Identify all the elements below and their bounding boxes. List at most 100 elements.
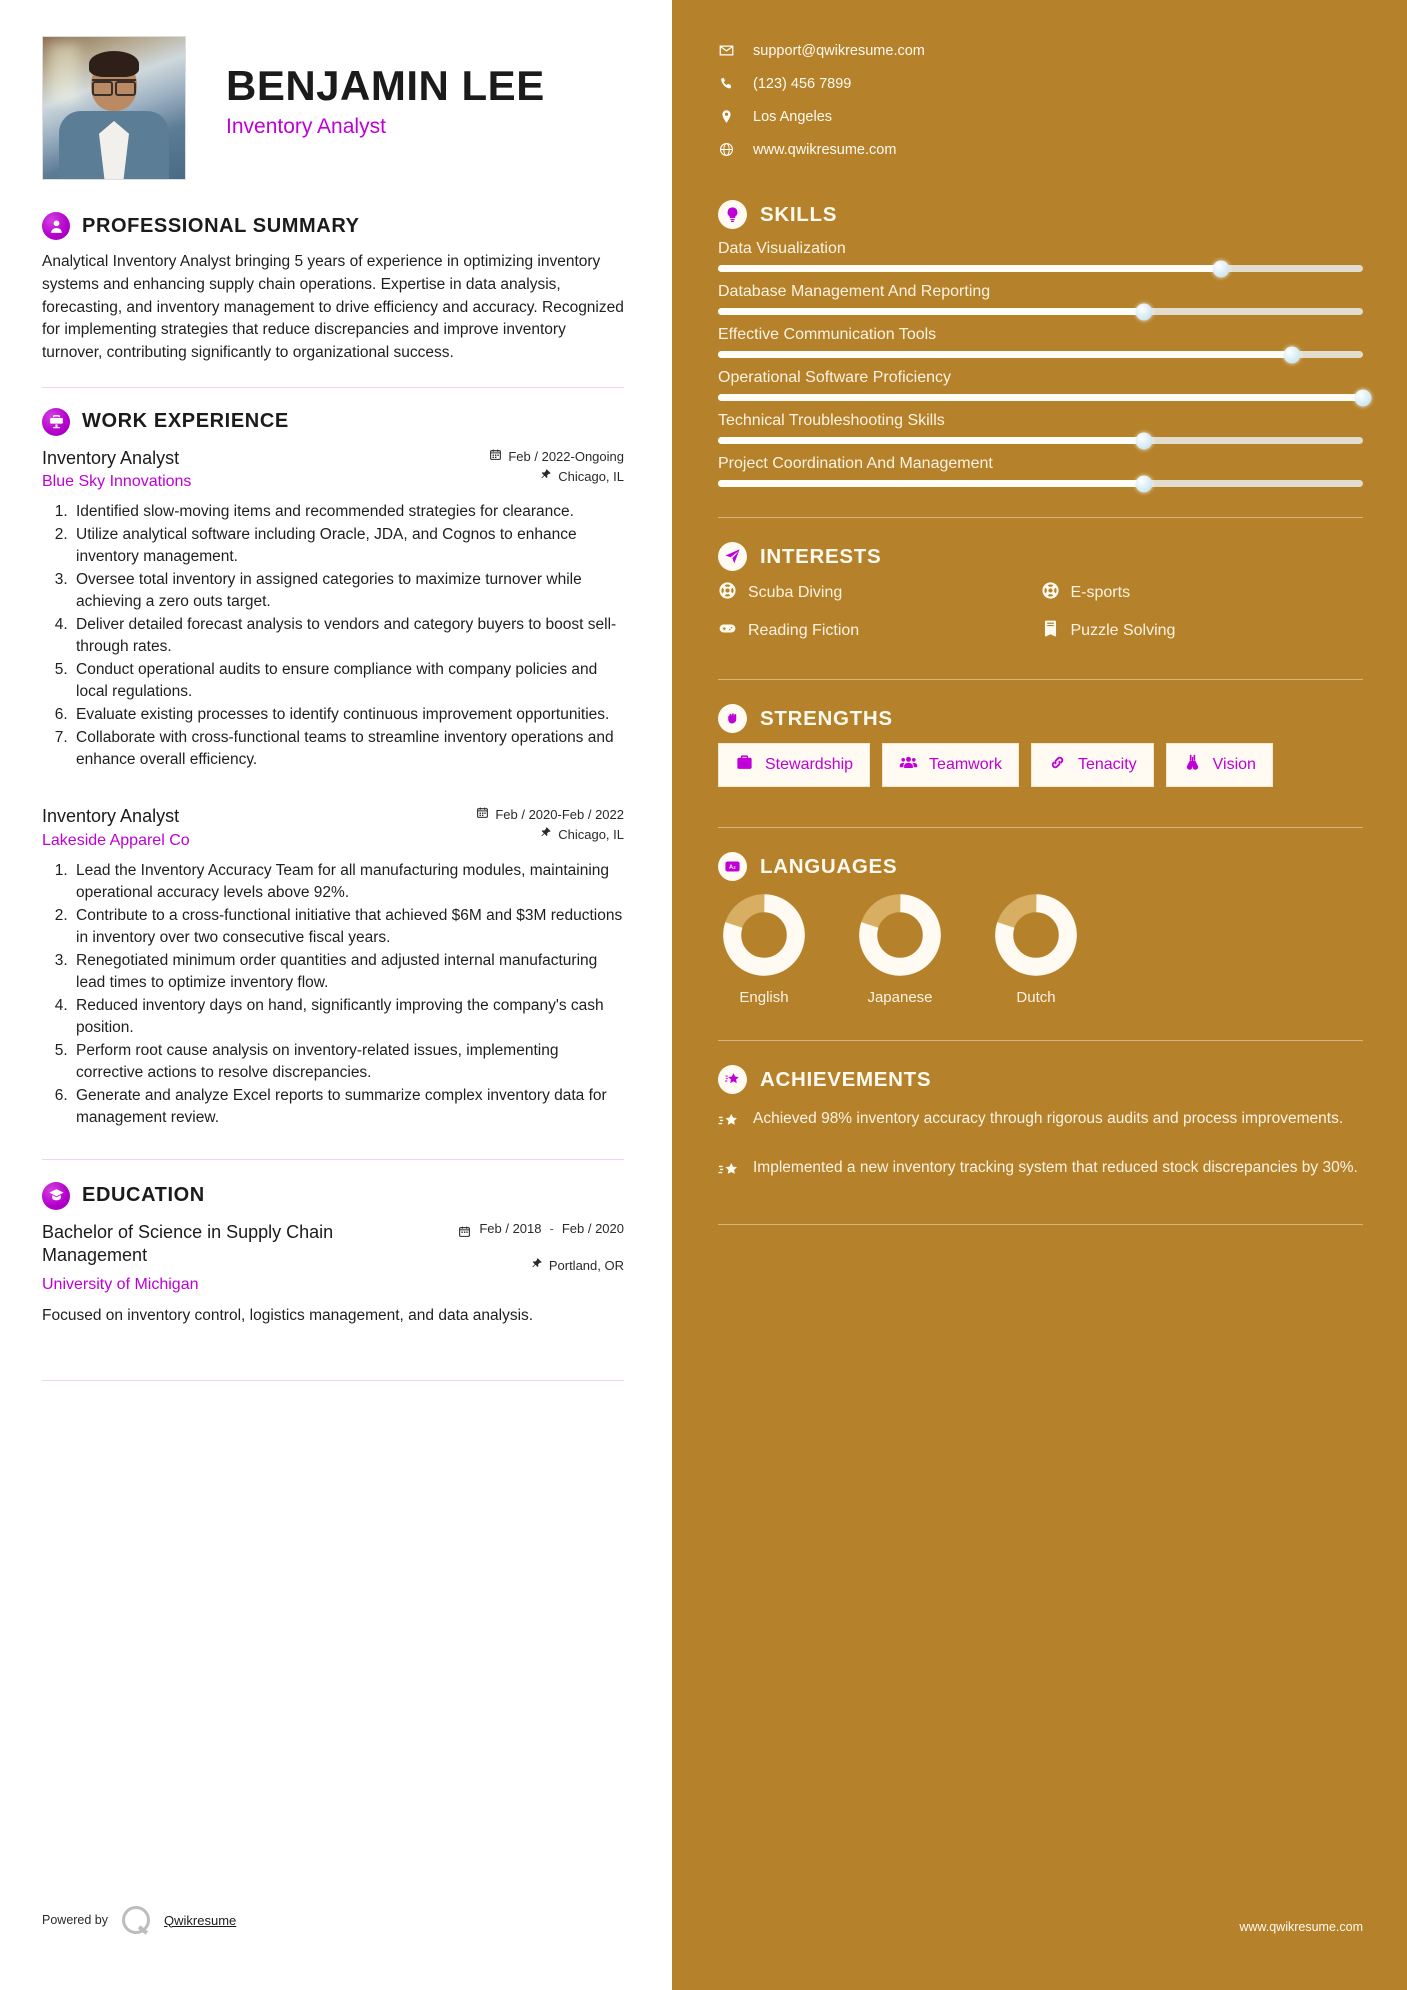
job-bullets: Lead the Inventory Accuracy Team for all… bbox=[72, 860, 624, 1129]
skill-slider[interactable] bbox=[718, 260, 1363, 277]
section-title: SKILLS bbox=[760, 202, 838, 226]
list-item: Lead the Inventory Accuracy Team for all… bbox=[72, 860, 624, 904]
job-bullets: Identified slow-moving items and recomme… bbox=[72, 501, 624, 771]
toolbox-icon bbox=[735, 753, 754, 777]
section-title: LANGUAGES bbox=[760, 854, 898, 878]
globe-icon bbox=[718, 142, 735, 157]
strength-label: Tenacity bbox=[1077, 756, 1137, 773]
language-list: English Japanese Dutch bbox=[718, 893, 1363, 1006]
pin-icon bbox=[530, 1256, 543, 1276]
life-ring-icon bbox=[1041, 581, 1060, 605]
resume-main-column: BENJAMIN LEE Inventory Analyst PROFESSIO… bbox=[0, 0, 672, 1990]
list-item: Collaborate with cross-functional teams … bbox=[72, 727, 624, 771]
divider bbox=[42, 386, 624, 388]
education-location: Portland, OR bbox=[548, 1257, 624, 1273]
contact-website[interactable]: www.qwikresume.com bbox=[718, 133, 1363, 166]
job-role: Inventory Analyst bbox=[42, 806, 180, 827]
section-title: WORK EXPERIENCE bbox=[82, 410, 289, 433]
skill-slider[interactable] bbox=[718, 389, 1372, 406]
list-item: Oversee total inventory in assigned cate… bbox=[72, 569, 624, 613]
calendar-icon bbox=[458, 1221, 471, 1242]
strength-item: Stewardship bbox=[718, 743, 871, 787]
contact-value: www.qwikresume.com bbox=[753, 141, 897, 158]
contact-location: Los Angeles bbox=[718, 100, 1363, 133]
list-item: Generate and analyze Excel reports to su… bbox=[72, 1085, 624, 1129]
language-item: Dutch bbox=[990, 893, 1082, 1006]
contact-phone[interactable]: (123) 456 7899 bbox=[718, 67, 1363, 100]
list-item: Evaluate existing processes to identify … bbox=[72, 704, 624, 726]
contact-email[interactable]: support@qwikresume.com bbox=[718, 34, 1363, 67]
powered-by-label: Powered by bbox=[42, 1913, 109, 1927]
language-item: English bbox=[718, 893, 810, 1006]
skill-label: Operational Software Proficiency bbox=[718, 369, 951, 386]
resume-sidebar: support@qwikresume.com (123) 456 7899 Lo… bbox=[672, 0, 1407, 1990]
education-date-start: Feb / 2018 bbox=[479, 1220, 542, 1236]
interest-item: Reading Fiction bbox=[718, 619, 1041, 643]
slider-knob bbox=[1354, 389, 1372, 406]
interest-item: Puzzle Solving bbox=[1041, 619, 1364, 643]
job-company: Blue Sky Innovations bbox=[42, 473, 192, 491]
skill-slider[interactable] bbox=[718, 303, 1363, 320]
footer-branding: Powered by Qwikresume bbox=[42, 1906, 236, 1934]
list-item: Perform root cause analysis on inventory… bbox=[72, 1040, 624, 1084]
name-block: BENJAMIN LEE Inventory Analyst bbox=[186, 36, 545, 139]
list-item: Renegotiated minimum order quantities an… bbox=[72, 950, 624, 994]
divider bbox=[42, 1158, 624, 1160]
skill-label: Database Management And Reporting bbox=[718, 283, 991, 300]
education-degree: Bachelor of Science in Supply Chain Mana… bbox=[42, 1221, 334, 1266]
language-label: Japanese bbox=[867, 989, 933, 1006]
skill-fill bbox=[718, 351, 1293, 358]
job-location: Chicago, IL bbox=[558, 469, 624, 485]
job-role: Inventory Analyst bbox=[42, 447, 180, 468]
paper-plane-icon bbox=[718, 542, 747, 571]
education-date-end: Feb / 2020 bbox=[561, 1220, 624, 1236]
achievement-text: Achieved 98% inventory accuracy through … bbox=[753, 1110, 1344, 1127]
interest-item: E-sports bbox=[1041, 581, 1364, 605]
skill-slider[interactable] bbox=[718, 475, 1363, 492]
graduation-icon bbox=[42, 1181, 70, 1210]
contact-list: support@qwikresume.com (123) 456 7899 Lo… bbox=[718, 34, 1363, 166]
section-header: ACHIEVEMENTS bbox=[718, 1065, 1363, 1094]
achievement-item: Achieved 98% inventory accuracy through … bbox=[718, 1108, 1363, 1137]
achievement-item: Implemented a new inventory tracking sys… bbox=[718, 1157, 1363, 1186]
language-label: Dutch bbox=[1016, 989, 1056, 1006]
interest-label: Puzzle Solving bbox=[1070, 622, 1176, 639]
job-company: Lakeside Apparel Co bbox=[42, 831, 190, 849]
section-header: PROFESSIONAL SUMMARY bbox=[42, 212, 624, 240]
divider bbox=[718, 679, 1363, 680]
section-education: EDUCATION Bachelor of Science in Supply … bbox=[42, 1181, 624, 1328]
contact-value: support@qwikresume.com bbox=[753, 42, 925, 59]
fist-icon bbox=[718, 704, 747, 733]
skill-fill bbox=[718, 308, 1144, 315]
list-item: Reduced inventory days on hand, signific… bbox=[72, 995, 624, 1039]
language-label: English bbox=[739, 989, 789, 1006]
section-title: ACHIEVEMENTS bbox=[760, 1067, 932, 1091]
star-streak-icon bbox=[718, 1157, 740, 1186]
list-item: Contribute to a cross-functional initiat… bbox=[72, 905, 624, 949]
skill-label: Technical Troubleshooting Skills bbox=[718, 412, 945, 429]
skill-item: Operational Software Proficiency bbox=[718, 369, 1372, 406]
section-title: PROFESSIONAL SUMMARY bbox=[82, 214, 360, 237]
skill-item: Effective Communication Tools bbox=[718, 326, 1363, 363]
interest-label: Reading Fiction bbox=[748, 622, 860, 639]
work-entry: Inventory Analyst Blue Sky Innovations F… bbox=[42, 447, 624, 771]
section-languages: Az LANGUAGES English Japanese Dutch bbox=[718, 852, 1363, 1006]
section-header: STRENGTHS bbox=[718, 704, 1363, 733]
strength-item: Vision bbox=[1165, 743, 1273, 787]
skill-label: Effective Communication Tools bbox=[718, 326, 937, 343]
summary-text: Analytical Inventory Analyst bringing 5 … bbox=[42, 253, 624, 362]
interest-item: Scuba Diving bbox=[718, 581, 1041, 605]
qwikresume-link[interactable]: Qwikresume bbox=[164, 1913, 236, 1928]
binoculars-icon bbox=[1183, 753, 1202, 777]
strength-label: Teamwork bbox=[929, 756, 1002, 773]
skill-slider[interactable] bbox=[718, 346, 1363, 363]
section-interests: INTERESTS Scuba Diving E-sports Reading … bbox=[718, 542, 1363, 643]
divider bbox=[718, 1224, 1363, 1225]
job-dates: Feb / 2022-Ongoing bbox=[508, 448, 624, 464]
qwikresume-logo-icon bbox=[122, 1906, 151, 1934]
svg-text:A: A bbox=[729, 865, 733, 871]
skill-fill bbox=[718, 394, 1363, 401]
list-item: Utilize analytical software including Or… bbox=[72, 524, 624, 568]
skill-slider[interactable] bbox=[718, 432, 1363, 449]
language-donut-chart bbox=[995, 894, 1077, 976]
